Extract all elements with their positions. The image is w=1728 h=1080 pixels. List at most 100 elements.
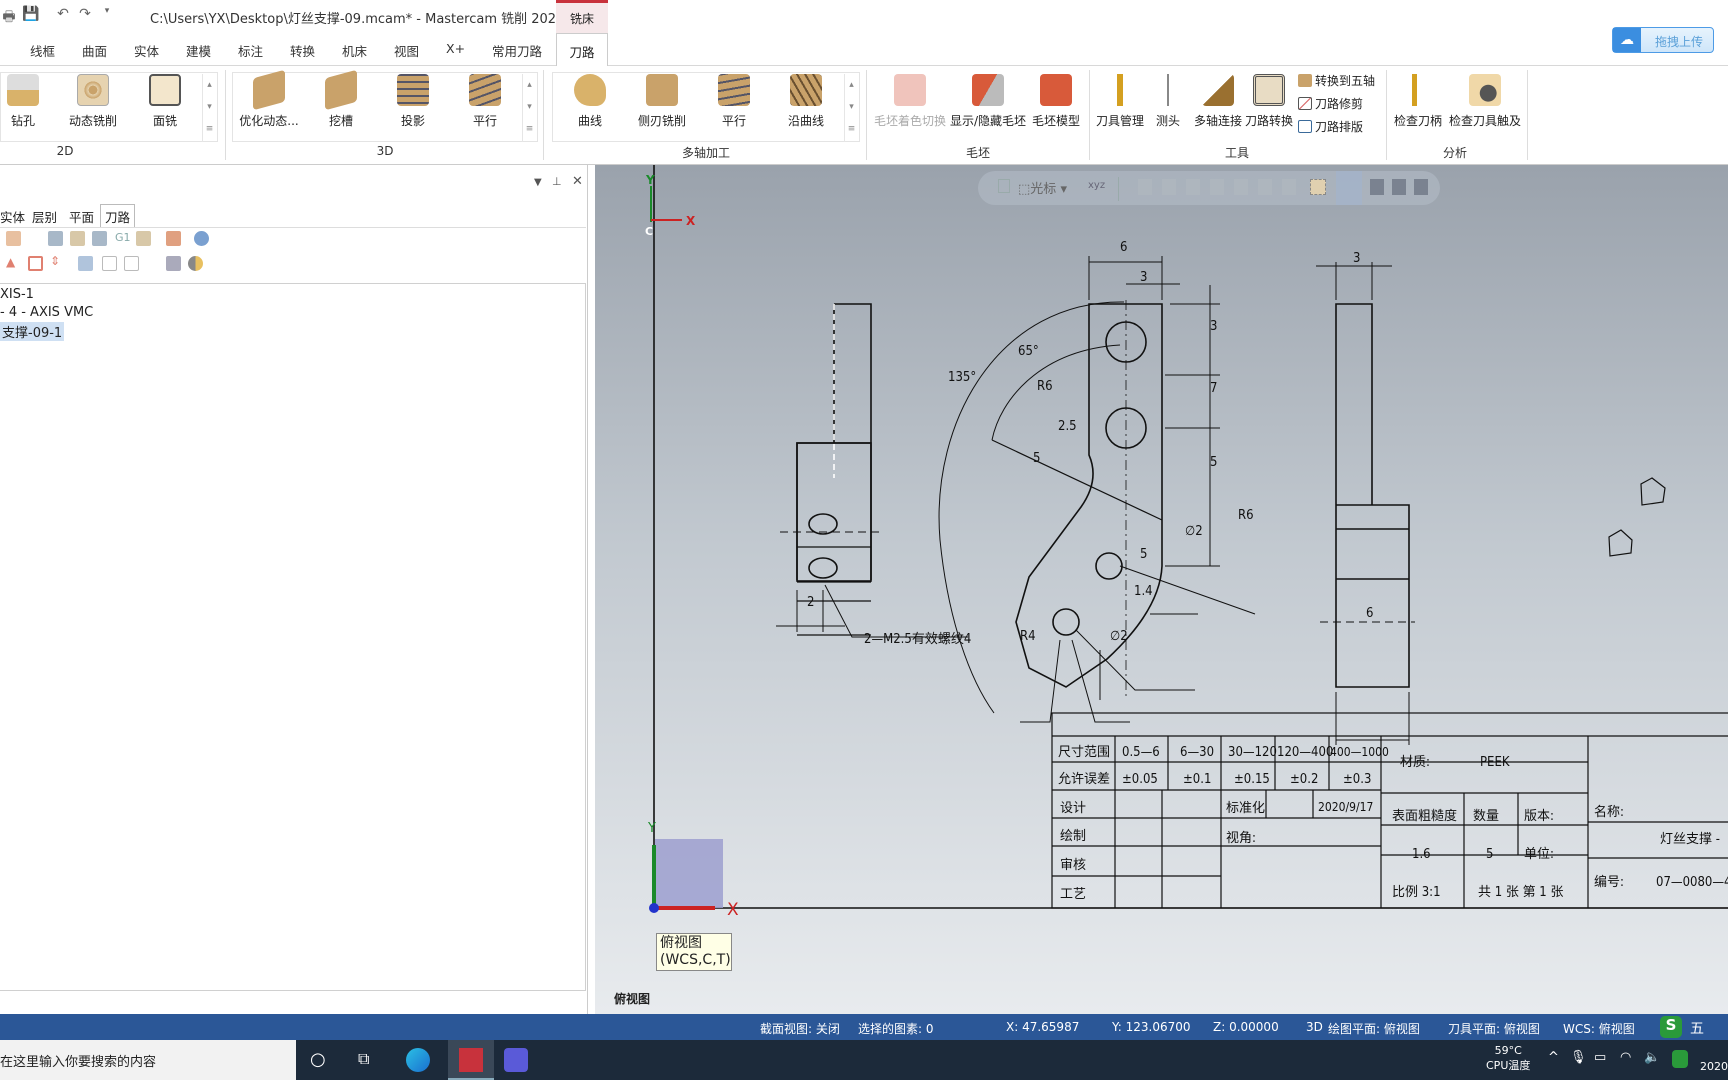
taskbar-search[interactable]: 在这里输入你要搜索的内容 [0, 1040, 296, 1080]
sort-icon[interactable] [6, 231, 21, 246]
construction-plane[interactable]: 绘图平面: 俯视图 [1328, 1020, 1420, 1037]
clock[interactable]: 2020 [1700, 1060, 1728, 1073]
tab-annotate[interactable]: 标注 [238, 41, 263, 60]
lock-icon[interactable] [124, 256, 139, 271]
stock-shading-button[interactable]: 毛坯着色切换 [872, 74, 948, 129]
face-mill-button[interactable]: 面铣 [132, 74, 198, 129]
panel-menu-icon[interactable]: ▼ [534, 177, 542, 188]
panel-tab-solids[interactable]: 实体 [0, 207, 25, 226]
undo-icon[interactable]: ↶ [54, 6, 72, 24]
print-icon[interactable]: 🖶 [0, 6, 18, 25]
wifi-icon[interactable]: ◠ [1620, 1050, 1631, 1065]
panel-tab-toolpaths[interactable]: 刀路 [100, 204, 136, 228]
toolpath-transform-button[interactable]: 刀路转换 [1244, 74, 1294, 129]
tab-xplus[interactable]: X+ [446, 41, 465, 56]
toolpath-trim-button[interactable]: 刀路修剪 [1298, 95, 1363, 112]
highfeed-icon[interactable] [166, 231, 181, 246]
window-title: C:\Users\YX\Desktop\灯丝支撑-09.mcam* - Mast… [150, 12, 565, 27]
context-tab-mill[interactable]: 铣床 [556, 0, 608, 33]
redo-icon[interactable]: ↷ [76, 6, 94, 24]
mastercam-taskbar-button[interactable] [448, 1040, 494, 1080]
cortana-icon[interactable]: ○ [310, 1049, 326, 1070]
regenerate-all-icon[interactable] [48, 231, 63, 246]
parallel-3d-button[interactable]: 平行 [452, 74, 518, 129]
tree-item-toolpath-group[interactable]: 支撑-09-1 [0, 322, 65, 341]
project-button[interactable]: 投影 [380, 74, 446, 129]
curve-button[interactable]: 曲线 [557, 74, 623, 129]
top-view-outline [1015, 303, 1163, 688]
multiaxis-link-button[interactable]: 多轴连接 [1188, 74, 1248, 129]
check-holder-icon [1402, 74, 1434, 106]
help-icon[interactable] [194, 231, 209, 246]
hole [1095, 552, 1123, 580]
stock-model-button[interactable]: 毛坯模型 [1026, 74, 1086, 129]
tool-plane[interactable]: 刀具平面: 俯视图 [1448, 1020, 1540, 1037]
convert-to-5axis-button[interactable]: 转换到五轴 [1298, 72, 1375, 89]
graphics-viewport[interactable]: ⬚光标 ▾ xyz 6 3 3 7 5 65° 135° R6 2.5 5 R6… [595, 165, 1728, 1014]
edge-icon[interactable] [406, 1048, 430, 1072]
section-view-status[interactable]: 截面视图: 关闭 [760, 1020, 840, 1037]
select-icon[interactable] [78, 256, 93, 271]
regenerate-dirty-icon[interactable] [70, 231, 85, 246]
tab-toolpaths[interactable]: 刀路 [556, 33, 608, 67]
display-options-icon[interactable] [188, 256, 203, 271]
wcs[interactable]: WCS: 俯视图 [1563, 1020, 1635, 1037]
filter-icon[interactable] [166, 256, 181, 271]
save-icon[interactable]: 💾 [22, 6, 40, 24]
dynamic-mill-button[interactable]: 动态铣削 [60, 74, 126, 129]
gallery-scroll-3d[interactable]: ▴ ▾ ≡ [522, 74, 536, 142]
ime-logo-icon[interactable]: S [1660, 1016, 1682, 1038]
simulate-icon[interactable] [92, 231, 107, 246]
toggle-display-icon[interactable] [102, 256, 117, 271]
insert-icon[interactable] [28, 256, 43, 271]
tab-wireframe[interactable]: 线框 [30, 41, 55, 60]
check-holder-button[interactable]: 检查刀柄 [1386, 74, 1450, 129]
g1-icon[interactable]: G1 [115, 231, 131, 244]
pocket-button[interactable]: 挖槽 [308, 69, 374, 129]
drill-button[interactable]: 钻孔 [0, 74, 56, 129]
ime-mode[interactable]: 五 [1690, 1018, 1704, 1038]
drawing-canvas[interactable]: 6 3 3 7 5 65° 135° R6 2.5 5 R6 ∅2 5 1.4 … [595, 165, 1728, 1014]
tab-solid[interactable]: 实体 [134, 41, 159, 60]
mode-3d[interactable]: 3D [1306, 1020, 1323, 1034]
pin-icon[interactable]: ⊥ [552, 175, 562, 188]
expand-icon[interactable]: ⇕ [50, 254, 60, 268]
move-up-icon[interactable]: ▲ [6, 255, 15, 269]
panel-tab-levels[interactable]: 层别 [32, 207, 57, 226]
volume-icon[interactable]: 🔈 [1644, 1050, 1660, 1065]
tab-view[interactable]: 视图 [394, 41, 419, 60]
tab-model[interactable]: 建模 [186, 41, 211, 60]
probe-button[interactable]: 测头 [1150, 74, 1186, 129]
optimized-dynamic-button[interactable]: 优化动态... [236, 69, 302, 129]
tab-machine[interactable]: 机床 [342, 41, 367, 60]
along-curve-button[interactable]: 沿曲线 [773, 74, 839, 129]
tab-transform[interactable]: 转换 [290, 41, 315, 60]
customize-qat-icon[interactable]: ▾ [98, 6, 116, 24]
panel-tab-planes[interactable]: 平面 [69, 207, 94, 226]
close-icon[interactable]: ✕ [572, 174, 583, 189]
parallel-multiaxis-button[interactable]: 平行 [701, 74, 767, 129]
tray-expand-icon[interactable]: ^ [1548, 1050, 1559, 1065]
gallery-scroll-2d[interactable]: ▴ ▾ ≡ [202, 74, 216, 142]
swarf-button[interactable]: 侧刃铣削 [629, 74, 695, 129]
post-icon[interactable] [136, 231, 151, 246]
ime-tray-icon[interactable] [1672, 1050, 1688, 1068]
gallery-scroll-multiaxis[interactable]: ▴ ▾ ≡ [844, 74, 858, 142]
hole [1052, 608, 1080, 636]
battery-icon[interactable]: ▭ [1594, 1050, 1606, 1065]
toolpath-tree[interactable]: XIS-1 - 4 - AXIS VMC 支撑-09-1 [0, 283, 586, 991]
toolpath-nesting-button[interactable]: 刀路排版 [1298, 118, 1363, 135]
tree-item-machine-group[interactable]: XIS-1 [0, 287, 34, 302]
task-view-icon[interactable]: ⧉ [358, 1049, 369, 1069]
tab-surface[interactable]: 曲面 [82, 41, 107, 60]
angle-65-arc [991, 344, 1121, 441]
show-hide-stock-button[interactable]: 显示/隐藏毛坯 [950, 74, 1026, 129]
upload-button[interactable]: ☁ 拖拽上传 [1612, 27, 1714, 53]
app-icon[interactable] [504, 1048, 528, 1072]
tool-manager-button[interactable]: 刀具管理 [1090, 74, 1150, 129]
microphone-icon[interactable]: 🎙 [1570, 1050, 1587, 1065]
tree-item-machine[interactable]: - 4 - AXIS VMC [0, 305, 93, 320]
check-tool-reach-button[interactable]: 检查刀具触及 [1448, 74, 1522, 129]
tab-common-toolpaths[interactable]: 常用刀路 [492, 41, 542, 60]
view-cube-face[interactable] [655, 839, 723, 908]
